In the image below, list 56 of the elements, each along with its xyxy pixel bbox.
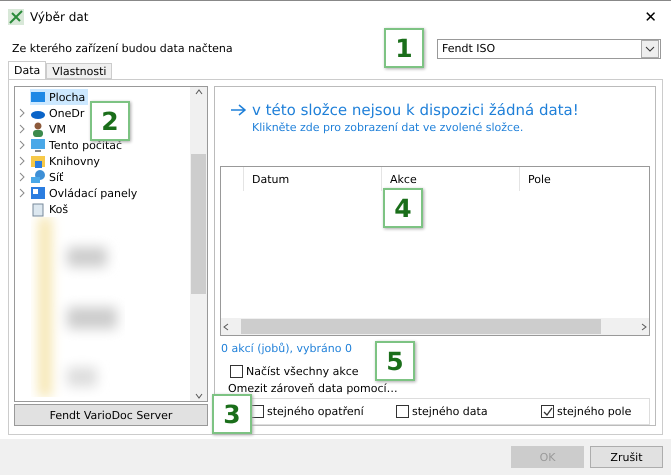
expand-chevron-icon[interactable] bbox=[17, 124, 27, 134]
tab[interactable]: Data bbox=[8, 61, 46, 79]
expand-chevron-icon[interactable] bbox=[17, 172, 27, 182]
user-icon bbox=[30, 121, 46, 137]
checkbox[interactable] bbox=[251, 405, 264, 418]
callout-number: 5 bbox=[375, 341, 415, 381]
server-button[interactable]: Fendt VarioDoc Server bbox=[14, 404, 208, 426]
checkbox-label: stejného opatření bbox=[267, 405, 364, 418]
checkbox[interactable] bbox=[541, 405, 554, 418]
tree-item[interactable]: Koš bbox=[30, 201, 72, 217]
expand-chevron-icon[interactable] bbox=[17, 188, 27, 198]
desktop-icon bbox=[30, 89, 46, 105]
checkbox[interactable] bbox=[230, 365, 243, 378]
expand-chevron-icon[interactable] bbox=[17, 108, 27, 118]
tree-item[interactable]: VM bbox=[30, 121, 70, 137]
callout-number: 2 bbox=[90, 101, 130, 141]
network-icon bbox=[30, 169, 46, 185]
column-header[interactable]: Pole bbox=[519, 167, 649, 192]
callout-number: 1 bbox=[384, 28, 424, 68]
tree-item[interactable]: Plocha bbox=[30, 89, 88, 105]
scroll-down-icon[interactable] bbox=[194, 391, 204, 401]
caret-icon bbox=[641, 40, 659, 58]
scrollbar-thumb[interactable] bbox=[191, 154, 206, 294]
status-text: 0 akcí (jobů), vybráno 0 bbox=[221, 342, 353, 356]
window-title: Výběr dat bbox=[30, 10, 90, 24]
checkbox[interactable] bbox=[396, 405, 409, 418]
arrow-icon bbox=[230, 104, 246, 116]
tree-item[interactable]: Síť bbox=[30, 169, 66, 185]
checkbox-label: stejného pole bbox=[557, 405, 632, 418]
expand-chevron-icon[interactable] bbox=[17, 156, 27, 166]
checkbox-label: Načíst všechny akce bbox=[246, 365, 359, 378]
recycle-bin-icon bbox=[30, 201, 46, 217]
tab[interactable]: Vlastnosti bbox=[46, 63, 112, 79]
scroll-right-icon[interactable] bbox=[639, 322, 649, 332]
control-panel-icon bbox=[30, 185, 46, 201]
scrollbar-thumb[interactable] bbox=[241, 319, 601, 334]
dialog-button[interactable]: Zrušit bbox=[590, 446, 663, 468]
monitor-icon bbox=[30, 137, 46, 153]
expand-chevron-icon[interactable] bbox=[17, 140, 27, 150]
folder-icon bbox=[30, 153, 46, 169]
device-dropdown[interactable]: Fendt ISO bbox=[437, 38, 661, 58]
callout-number: 3 bbox=[212, 394, 252, 434]
device-label: Ze kterého zařízení budou data načtena bbox=[12, 42, 233, 55]
group-legend: Omezit zároveň data pomocí… bbox=[228, 382, 398, 396]
scroll-left-icon[interactable] bbox=[221, 322, 231, 332]
tree-item[interactable]: OneDr bbox=[30, 105, 88, 121]
column-header[interactable]: Datum bbox=[243, 167, 381, 192]
close-button[interactable]: ✕ bbox=[638, 8, 663, 26]
checkbox-label: stejného data bbox=[412, 405, 488, 418]
callout-number: 4 bbox=[383, 188, 423, 228]
empty-folder-message: v této složce nejsou k dispozici žádná data! bbox=[252, 101, 579, 119]
tree-item[interactable]: Ovládací panely bbox=[30, 185, 140, 201]
app-icon bbox=[8, 8, 24, 24]
tree-item[interactable]: Knihovny bbox=[30, 153, 103, 169]
scroll-up-icon[interactable] bbox=[194, 87, 204, 97]
show-data-link[interactable]: Klikněte zde pro zobrazení dat ve zvolené složce. bbox=[252, 121, 524, 134]
